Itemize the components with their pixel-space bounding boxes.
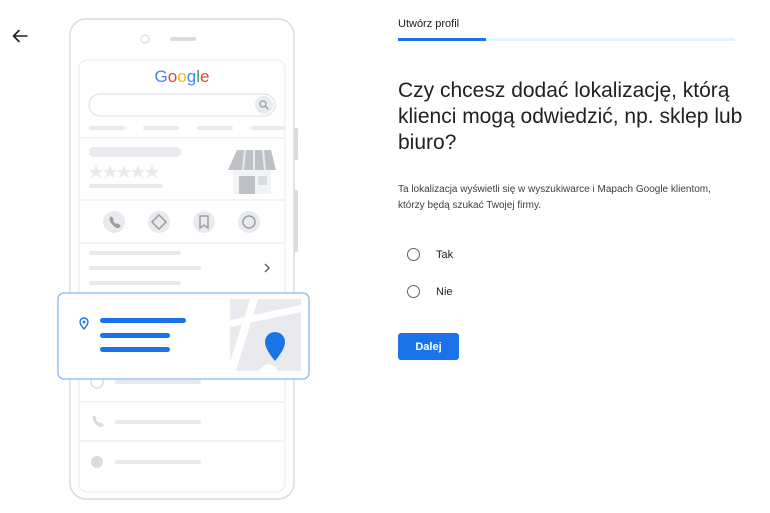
website-action-icon — [238, 211, 260, 233]
call-action-icon — [103, 211, 125, 233]
step-title: Utwórz profil — [398, 18, 460, 30]
question-heading: Czy chcesz dodać lokalizację, którą klie… — [398, 79, 743, 154]
option-nie[interactable]: Nie — [407, 285, 453, 298]
progress-bar — [398, 38, 735, 41]
question-description: Ta lokalizacja wyświetli się w wyszukiwa… — [398, 184, 711, 211]
option-tak[interactable]: Tak — [407, 248, 453, 261]
google-logo: Google — [155, 67, 210, 86]
progress-fill — [398, 38, 486, 41]
radio-nie[interactable] — [407, 285, 420, 298]
globe-icon — [91, 456, 103, 468]
phone-illustration: Google — [57, 18, 310, 500]
save-action-icon — [193, 211, 215, 233]
option-label-nie: Nie — [436, 285, 453, 298]
radio-tak[interactable] — [407, 248, 420, 261]
map-thumbnail — [230, 299, 301, 371]
storefront-icon — [228, 149, 276, 194]
directions-action-icon — [148, 211, 170, 233]
next-button[interactable]: Dalej — [398, 333, 459, 360]
option-label-tak: Tak — [436, 248, 454, 261]
